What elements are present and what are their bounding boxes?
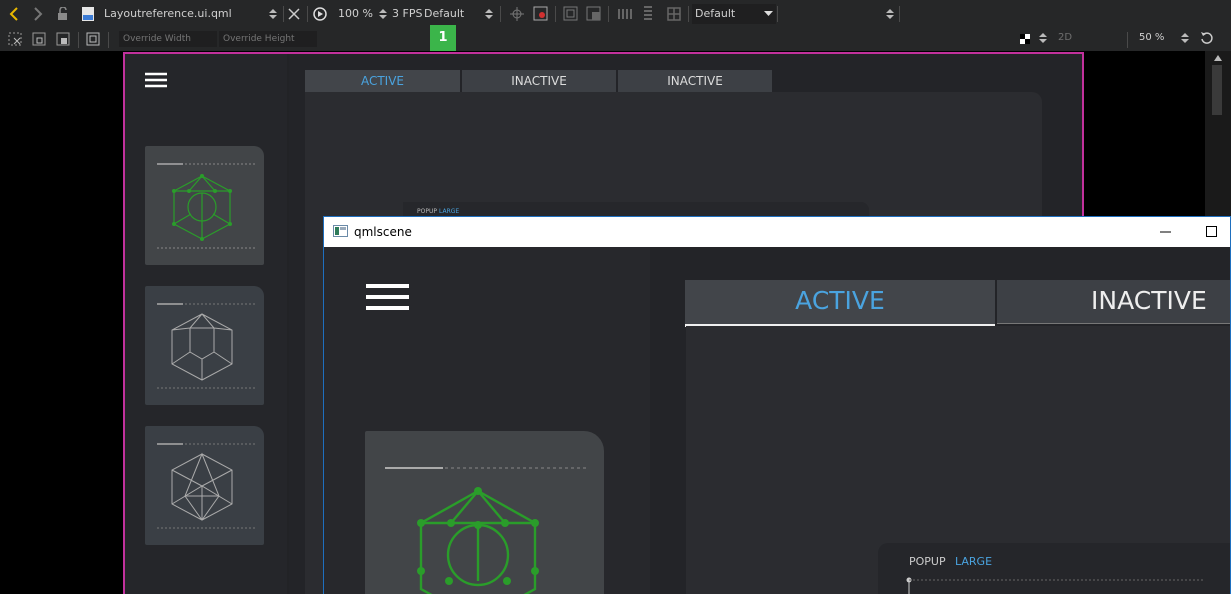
- show-bounds-icon[interactable]: [86, 32, 100, 46]
- form-editor-secondary-toolbar: 1 2D 50 %: [0, 25, 1231, 51]
- tab-inactive-2[interactable]: INACTIVE: [618, 70, 772, 94]
- back-arrow-icon[interactable]: [8, 7, 20, 21]
- theme-combobox[interactable]: Default: [692, 4, 776, 24]
- qml-green-hexagon-icon: [385, 467, 589, 594]
- scroll-up-icon[interactable]: [1214, 55, 1222, 61]
- row-layout-icon[interactable]: [618, 8, 632, 20]
- zoom-updown-icon[interactable]: [1180, 31, 1190, 45]
- file-name[interactable]: Layoutreference.ui.qml: [104, 7, 232, 20]
- style-updown-icon[interactable]: [885, 7, 895, 21]
- qml-popup-size: LARGE: [955, 555, 993, 568]
- minimize-icon[interactable]: [1160, 231, 1171, 233]
- gray-hexagon-icon: [157, 303, 257, 389]
- fit-selection-icon[interactable]: [586, 6, 601, 21]
- reset-size-icon[interactable]: [32, 32, 46, 46]
- qml-popup: POPUP LARGE: [878, 543, 1230, 594]
- animation-updown-icon[interactable]: [484, 7, 494, 21]
- lock-icon[interactable]: [57, 7, 69, 21]
- animation-mode[interactable]: Default: [424, 7, 464, 20]
- fps-value[interactable]: 3 FPS: [392, 7, 422, 20]
- form-editor-toolbar: Layoutreference.ui.qml 100 % 3 FPS Defau…: [0, 0, 1231, 29]
- qml-sidebar-card-active[interactable]: [365, 431, 604, 594]
- zoom-level[interactable]: 100 %: [338, 7, 373, 20]
- fps-updown-icon[interactable]: [378, 7, 388, 21]
- annotation-badge: 1: [430, 25, 456, 51]
- app-window-icon: [333, 225, 348, 237]
- mode-2d[interactable]: 2D: [1058, 32, 1072, 43]
- background-color-icon[interactable]: [1020, 34, 1030, 44]
- window-title-bar[interactable]: qmlscene: [324, 217, 1230, 247]
- sidebar-card-3[interactable]: [145, 426, 264, 545]
- reset-view-icon[interactable]: [533, 6, 548, 21]
- qml-hamburger-menu-icon[interactable]: [366, 283, 409, 311]
- file-selector-updown-icon[interactable]: [268, 7, 278, 21]
- window-title: qmlscene: [354, 225, 412, 239]
- reset-anchors-icon[interactable]: [56, 32, 70, 46]
- close-document-icon[interactable]: [288, 8, 300, 20]
- override-height-input[interactable]: [219, 31, 317, 47]
- play-circle-icon[interactable]: [313, 7, 327, 21]
- grid-layout-icon[interactable]: [667, 7, 681, 21]
- forward-arrow-icon[interactable]: [32, 7, 44, 21]
- theme-value: Default: [695, 7, 736, 20]
- sidebar-card-2[interactable]: [145, 286, 264, 405]
- override-width-input[interactable]: [119, 31, 217, 47]
- qml-tab-active[interactable]: ACTIVE: [685, 280, 995, 327]
- green-hexagon-icon: [157, 163, 257, 249]
- chevron-down-icon: [764, 11, 773, 16]
- scrollbar-thumb[interactable]: [1212, 65, 1222, 115]
- background-updown-icon[interactable]: [1038, 31, 1048, 45]
- reset-position-icon[interactable]: [8, 32, 22, 46]
- fit-to-view-icon[interactable]: [563, 6, 578, 21]
- gray-polyhedron-icon: [157, 443, 257, 529]
- canvas-zoom[interactable]: 50 %: [1139, 32, 1164, 43]
- qml-tab-inactive[interactable]: INACTIVE: [997, 280, 1230, 324]
- qml-file-icon: [82, 7, 94, 21]
- popup-size: LARGE: [439, 208, 460, 215]
- popup-divider: [906, 577, 1205, 594]
- hamburger-menu-icon[interactable]: [145, 72, 167, 88]
- popup-label: POPUP: [417, 208, 437, 215]
- reset-zoom-icon[interactable]: [1200, 31, 1214, 45]
- qmlscene-window[interactable]: qmlscene ACTIVE INACTIVE POPUP LARGE: [323, 216, 1231, 594]
- qml-popup-label: POPUP: [909, 555, 946, 568]
- column-layout-icon[interactable]: [643, 6, 653, 22]
- maximize-icon[interactable]: [1206, 226, 1217, 237]
- move-tool-icon[interactable]: [510, 7, 524, 21]
- sidebar-card-active[interactable]: [145, 146, 264, 265]
- tab-inactive-1[interactable]: INACTIVE: [462, 70, 616, 94]
